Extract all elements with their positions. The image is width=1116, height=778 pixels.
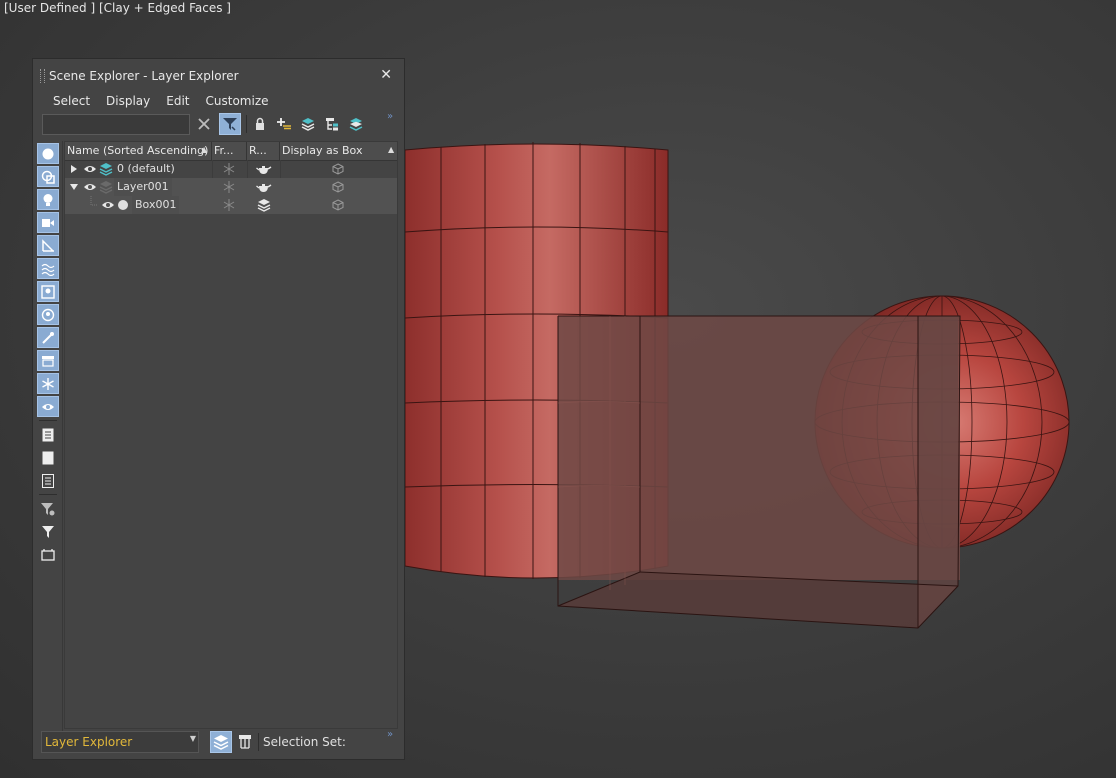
containers-toggle-icon[interactable] (37, 544, 59, 565)
box-display-icon[interactable] (331, 178, 345, 196)
render-teapot-icon[interactable] (255, 178, 273, 196)
toolbar: » (41, 111, 396, 137)
column-renderable[interactable]: R... (247, 142, 280, 160)
filter-toggle-icon[interactable] (219, 113, 241, 135)
freeze-icon[interactable] (222, 196, 236, 214)
containers-icon[interactable] (37, 350, 59, 371)
tree-row[interactable]: Box001 (65, 196, 397, 214)
explorer-dropdown[interactable]: Layer Explorer ▼ (41, 731, 199, 753)
spacewarps-icon[interactable] (37, 258, 59, 279)
helpers-icon[interactable] (37, 235, 59, 256)
selection-set-label: Selection Set: (263, 735, 346, 749)
groups-icon[interactable] (37, 281, 59, 302)
xrefs-icon[interactable] (37, 304, 59, 325)
row-name[interactable]: Box001 (132, 196, 180, 214)
sort-column-icon: ▲ (388, 145, 395, 154)
tree-row[interactable]: Layer001 (65, 178, 397, 196)
explorer-dropdown-value: Layer Explorer (45, 735, 133, 749)
menu-customize[interactable]: Customize (198, 91, 277, 111)
close-button[interactable]: ✕ (380, 67, 392, 83)
menu-display[interactable]: Display (98, 91, 158, 111)
sort-by-layer-icon[interactable] (210, 731, 232, 753)
layers-icon[interactable] (297, 113, 319, 135)
panel-title: Scene Explorer - Layer Explorer (49, 69, 239, 83)
geometry-icon[interactable] (37, 143, 59, 164)
geometry-object-icon (116, 196, 130, 214)
drag-grip-icon[interactable] (40, 69, 45, 83)
column-header: Name (Sorted Ascending) ▲ Fr... R... Dis… (65, 142, 397, 161)
hierarchy-icon[interactable] (321, 113, 343, 135)
row-name[interactable]: Layer001 (114, 178, 172, 196)
toolbar-expand-icon[interactable]: » (387, 111, 393, 122)
box-display-icon[interactable] (331, 160, 345, 178)
eye-icon[interactable] (100, 196, 116, 214)
hidden-icon[interactable] (37, 396, 59, 417)
lock-icon[interactable] (249, 113, 271, 135)
filter-settings-icon[interactable] (37, 498, 59, 519)
bottom-expand-icon[interactable]: » (387, 729, 393, 740)
expand-arrow-icon[interactable] (68, 160, 80, 178)
list-none-icon[interactable] (37, 447, 59, 468)
freeze-icon[interactable] (222, 178, 236, 196)
frozen-icon[interactable] (37, 373, 59, 394)
active-layer-icon (98, 160, 114, 178)
box-display-icon[interactable] (331, 196, 345, 214)
tree-row[interactable]: 0 (default) (65, 160, 397, 178)
filter-icon[interactable] (37, 521, 59, 542)
new-layer-icon[interactable] (273, 113, 295, 135)
eye-icon[interactable] (82, 178, 98, 196)
search-input[interactable] (42, 114, 190, 135)
column-display-as-box[interactable]: Display as Box (280, 142, 399, 160)
collapse-arrow-icon[interactable] (68, 178, 80, 196)
chevron-down-icon: ▼ (189, 734, 196, 743)
viewport-label[interactable]: [User Defined ] [Clay + Edged Faces ] (4, 1, 231, 15)
sort-by-hierarchy-icon[interactable] (234, 731, 256, 753)
tree-connector (89, 196, 97, 214)
invert-list-icon[interactable] (37, 470, 59, 491)
layer-stack-icon[interactable] (345, 113, 367, 135)
column-name[interactable]: Name (Sorted Ascending) (65, 142, 212, 160)
layer-icon (98, 178, 114, 196)
cameras-icon[interactable] (37, 212, 59, 233)
clear-search-icon[interactable] (193, 113, 215, 135)
menu-select[interactable]: Select (45, 91, 98, 111)
scene-tree: Name (Sorted Ascending) ▲ Fr... R... Dis… (64, 141, 398, 729)
column-frozen[interactable]: Fr... (212, 142, 247, 160)
list-all-icon[interactable] (37, 424, 59, 445)
menu-edit[interactable]: Edit (158, 91, 197, 111)
render-by-layer-icon[interactable] (255, 196, 273, 214)
render-teapot-icon[interactable] (255, 160, 273, 178)
scene-explorer-panel: Scene Explorer - Layer Explorer ✕ Select… (32, 58, 405, 760)
box-mesh[interactable] (557, 315, 961, 629)
row-name[interactable]: 0 (default) (117, 160, 175, 178)
menu-bar: Select Display Edit Customize (45, 91, 277, 111)
shapes-icon[interactable] (37, 166, 59, 187)
bones-icon[interactable] (37, 327, 59, 348)
lights-icon[interactable] (37, 189, 59, 210)
eye-icon[interactable] (82, 160, 98, 178)
panel-titlebar[interactable]: Scene Explorer - Layer Explorer ✕ (33, 59, 404, 93)
freeze-icon[interactable] (222, 160, 236, 178)
bottom-bar: Layer Explorer ▼ Selection Set: » (41, 729, 396, 755)
sort-asc-icon: ▲ (201, 145, 208, 154)
